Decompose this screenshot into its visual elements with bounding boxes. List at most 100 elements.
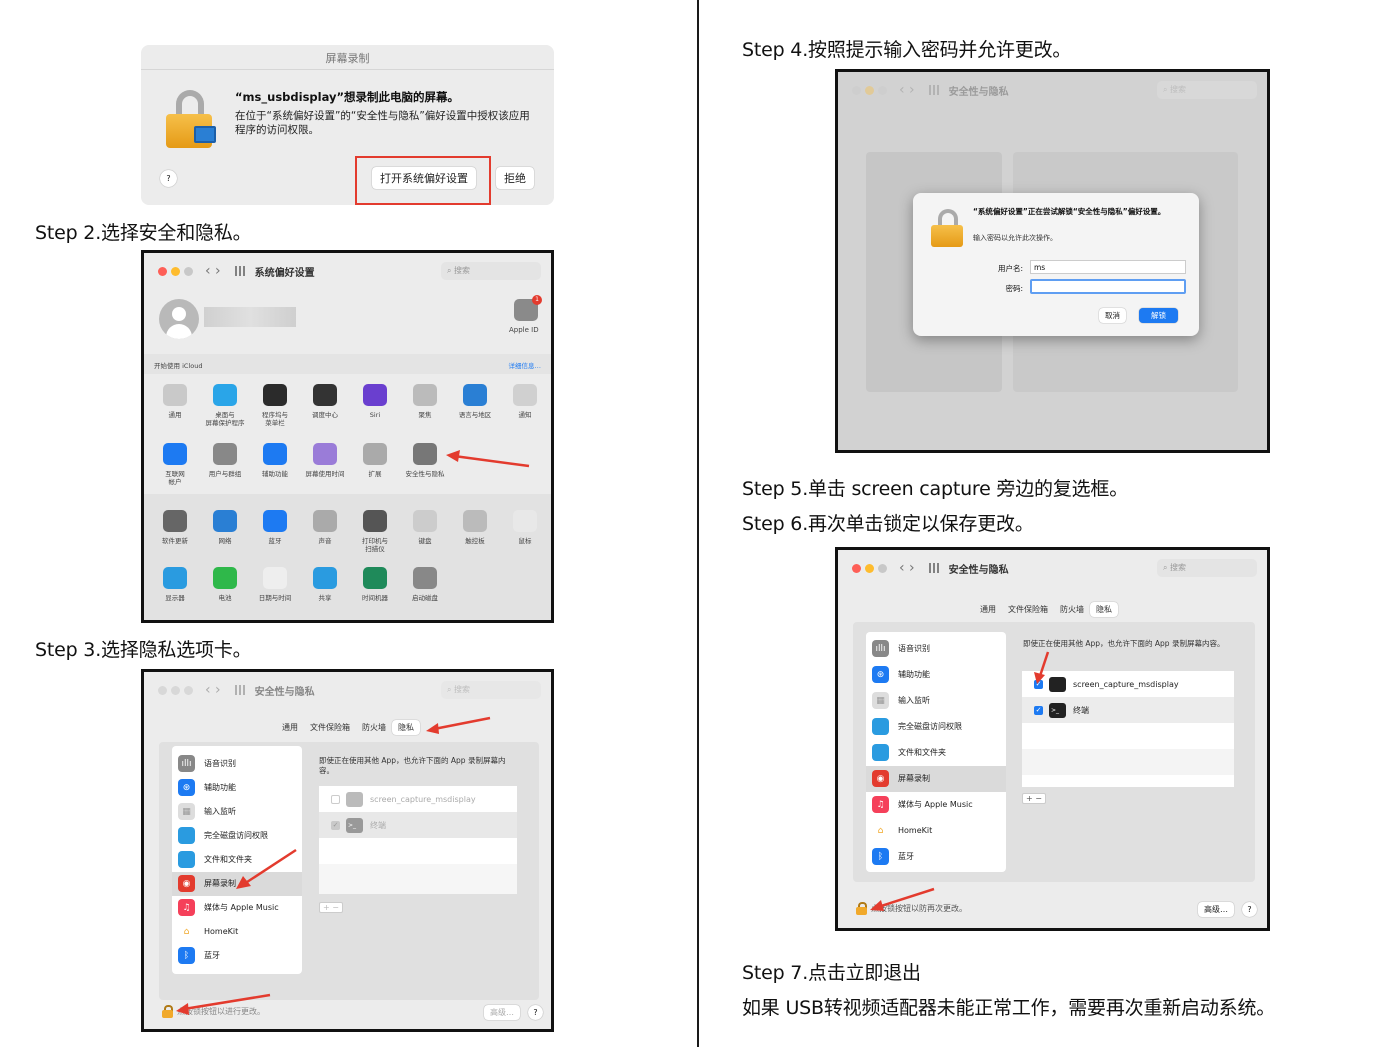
pref-label: 日期与时间 [258,594,292,602]
sidebar-item-speech[interactable]: ıllı 语音识别 [872,640,930,657]
app-row-terminal[interactable]: ✓ >_ 终端 [319,812,517,838]
search-field[interactable]: ⌕ 搜索 [441,681,541,699]
sidebar-item-input-monitoring[interactable]: ▦ 输入监听 [872,692,930,709]
pref-item[interactable]: 打印机与 扫描仪 [350,510,400,553]
cancel-button[interactable]: 取消 [1099,308,1126,323]
tab-filevault[interactable]: 文件保险箱 [1002,602,1054,617]
pref-item[interactable]: Siri [350,384,400,419]
back-forward-icon[interactable]: ‹ › [899,560,915,576]
sidebar-item-media-music[interactable]: ♫ 媒体与 Apple Music [178,899,279,916]
sidebar-item-full-disk[interactable]: 完全磁盘访问权限 [178,827,268,844]
pref-item[interactable]: 桌面与 屏幕保护程序 [200,384,250,427]
help-button[interactable]: ? [1242,902,1257,917]
sidebar-item-speech[interactable]: ıllı 语音识别 [178,755,236,772]
lock-footer[interactable]: 点按锁按钮以进行更改。 [162,1005,265,1018]
sidebar-item-bluetooth[interactable]: ᛒ 蓝牙 [178,947,220,964]
sidebar-item-homekit[interactable]: ⌂ HomeKit [872,822,932,839]
app-row-screen-capture[interactable]: ✓ screen_capture_msdisplay [1022,671,1234,697]
tab-firewall[interactable]: 防火墙 [356,720,392,735]
pref-item[interactable]: 触控板 [450,510,500,545]
help-button[interactable]: ? [160,170,177,187]
pref-item[interactable]: 语言与地区 [450,384,500,419]
sidebar-item-input-monitoring[interactable]: ▦ 输入监听 [178,803,236,820]
sidebar-item-files-folders[interactable]: 文件和文件夹 [872,744,946,761]
checkbox-checked[interactable]: ✓ [1034,679,1043,689]
back-forward-icon[interactable]: ‹ › [205,682,221,698]
pref-item[interactable]: 互联网 帐户 [150,443,200,486]
lock-icon[interactable] [856,902,867,915]
grid-icon[interactable] [928,85,941,95]
tab-privacy[interactable]: 隐私 [392,720,420,735]
back-forward-icon[interactable]: ‹ › [899,82,915,98]
pref-item[interactable]: 电池 [200,567,250,602]
advanced-button[interactable]: 高级… [1198,902,1234,917]
tab-general[interactable]: 通用 [974,602,1002,617]
apple-id-icon[interactable]: 1 [514,295,542,321]
open-system-preferences-button[interactable]: 打开系统偏好设置 [372,167,476,189]
pref-item[interactable]: 用户与群组 [200,443,250,478]
pref-item[interactable]: 扩展 [350,443,400,478]
pref-item[interactable]: 辅助功能 [250,443,300,478]
pref-item[interactable]: 调度中心 [300,384,350,419]
deny-button[interactable]: 拒绝 [496,167,534,189]
checkbox-checked[interactable]: ✓ [1034,705,1043,715]
search-field[interactable]: ⌕ 搜索 [1157,81,1257,99]
grid-icon[interactable] [234,266,247,276]
tab-filevault[interactable]: 文件保险箱 [304,720,356,735]
pref-item[interactable]: 屏幕使用时间 [300,443,350,478]
sidebar-item-bluetooth[interactable]: ᛒ 蓝牙 [872,848,914,865]
advanced-button[interactable]: 高级… [484,1005,520,1020]
pref-item[interactable]: 安全性与隐私 [400,443,450,478]
pref-item[interactable]: 聚焦 [400,384,450,419]
pref-item[interactable]: 蓝牙 [250,510,300,545]
pref-item[interactable]: 程序坞与 菜单栏 [250,384,300,427]
pref-item[interactable]: 日期与时间 [250,567,300,602]
sidebar-item-accessibility[interactable]: ⊛ 辅助功能 [872,666,930,683]
pref-item[interactable]: 共享 [300,567,350,602]
pref-item[interactable]: 启动磁盘 [400,567,450,602]
sidebar-item-homekit[interactable]: ⌂ HomeKit [178,923,238,940]
sidebar-item-accessibility[interactable]: ⊛ 辅助功能 [178,779,236,796]
pref-label: Siri [369,411,381,419]
pref-item[interactable]: 时间机器 [350,567,400,602]
pref-item[interactable]: 通知 [500,384,550,419]
search-field[interactable]: ⌕ 搜索 [441,262,541,280]
avatar[interactable] [159,299,199,339]
sidebar-item-screen-recording[interactable]: ◉ 屏幕录制 [872,770,930,787]
sidebar-item-files-folders[interactable]: 文件和文件夹 [178,851,252,868]
checkbox[interactable]: ✓ [331,820,340,830]
pref-item[interactable]: 声音 [300,510,350,545]
sidebar-item-full-disk[interactable]: 完全磁盘访问权限 [872,718,962,735]
app-row-screen-capture[interactable]: screen_capture_msdisplay [319,786,517,812]
pref-item[interactable]: 通用 [150,384,200,419]
tab-general[interactable]: 通用 [276,720,304,735]
titlebar: ‹ › 安全性与隐私 ⌕ 搜索 [144,672,551,708]
pref-item[interactable]: 显示器 [150,567,200,602]
add-remove-buttons[interactable]: + − [1022,793,1046,804]
add-remove-buttons[interactable]: + − [319,902,343,913]
description-text: 即使正在使用其他 App，也允许下面的 App 录制屏幕内容。 [1023,639,1225,648]
pref-item[interactable]: 网络 [200,510,250,545]
back-forward-icon[interactable]: ‹ › [205,263,221,279]
pref-item[interactable]: 键盘 [400,510,450,545]
tab-privacy[interactable]: 隐私 [1090,602,1118,617]
help-button[interactable]: ? [528,1005,543,1020]
password-field[interactable] [1030,279,1186,294]
lock-icon[interactable] [162,1005,173,1018]
checkbox[interactable] [331,794,340,804]
tab-firewall[interactable]: 防火墙 [1054,602,1090,617]
lock-footer[interactable]: 点按锁按钮以防再次更改。 [856,902,967,915]
app-row-terminal[interactable]: ✓ >_ 终端 [1022,697,1234,723]
apple-id-label: Apple ID [509,326,539,334]
grid-icon[interactable] [928,563,941,573]
pref-item[interactable]: 鼠标 [500,510,550,545]
search-field[interactable]: ⌕ 搜索 [1157,559,1257,577]
arrow-to-privacy-tab [426,716,491,734]
grid-icon[interactable] [234,685,247,695]
pref-item[interactable]: 软件更新 [150,510,200,545]
username-field[interactable]: ms [1030,260,1186,274]
unlock-button[interactable]: 解锁 [1139,308,1178,323]
sidebar-item-screen-recording[interactable]: ◉ 屏幕录制 [178,875,236,892]
details-link[interactable]: 详细信息… [509,360,542,370]
sidebar-item-media-music[interactable]: ♫ 媒体与 Apple Music [872,796,973,813]
